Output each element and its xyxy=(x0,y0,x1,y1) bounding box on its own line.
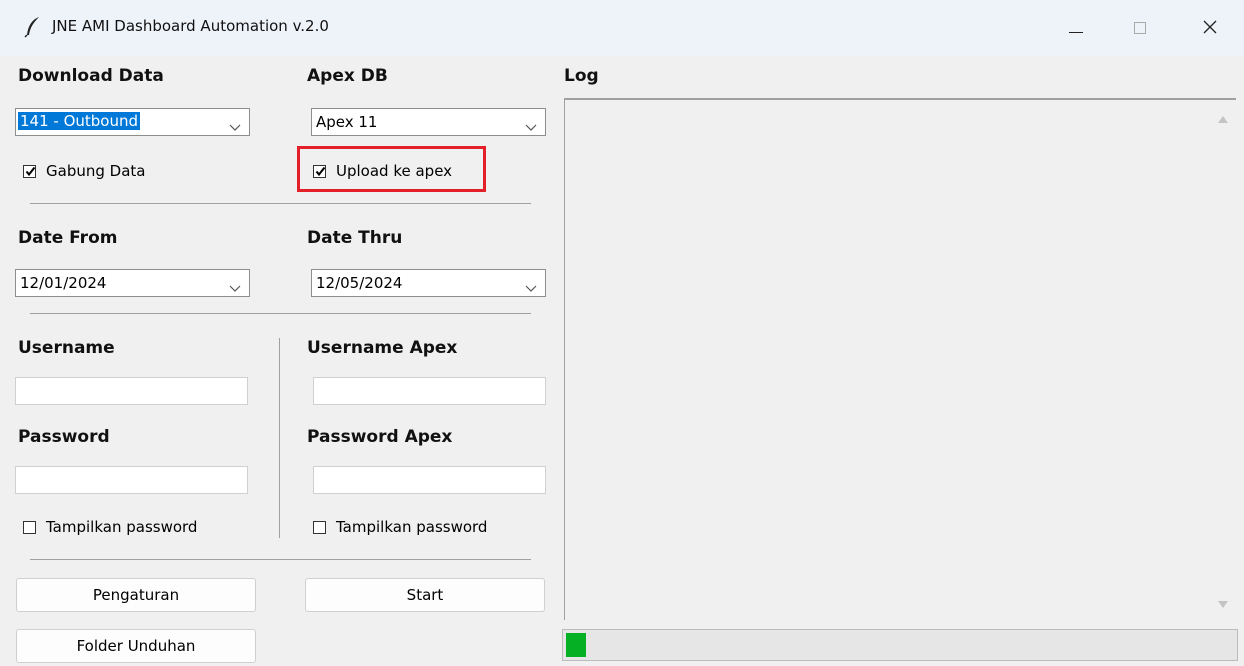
log-label: Log xyxy=(564,66,599,86)
progress-fill xyxy=(566,633,586,657)
apex-db-value: Apex 11 xyxy=(316,113,378,131)
download-data-label: Download Data xyxy=(18,66,164,86)
client-area: Download Data 141 - Outbound Gabung Data… xyxy=(0,56,1244,666)
download-data-select[interactable]: 141 - Outbound xyxy=(15,108,250,136)
minimize-button[interactable] xyxy=(1048,0,1104,56)
settings-button[interactable]: Pengaturan xyxy=(16,578,256,612)
chevron-down-icon xyxy=(229,118,241,136)
password-input[interactable] xyxy=(15,466,248,494)
start-button[interactable]: Start xyxy=(305,578,545,612)
chevron-down-icon xyxy=(525,118,537,136)
username-apex-label: Username Apex xyxy=(307,338,458,358)
show-password-apex-label: Tampilkan password xyxy=(336,518,488,536)
window-title: JNE AMI Dashboard Automation v.2.0 xyxy=(52,17,329,35)
date-from-label: Date From xyxy=(18,228,118,248)
checkmark-icon xyxy=(25,166,36,176)
minimize-icon xyxy=(1069,19,1083,38)
log-panel xyxy=(564,98,1236,620)
log-scrollbar[interactable] xyxy=(1210,100,1236,620)
divider xyxy=(30,313,531,314)
highlight-box xyxy=(297,146,486,192)
chevron-down-icon xyxy=(525,279,537,297)
divider xyxy=(30,203,531,204)
log-text-area[interactable] xyxy=(565,100,1208,620)
scroll-down-icon[interactable] xyxy=(1218,593,1228,612)
date-thru-picker[interactable]: 12/05/2024 xyxy=(311,269,546,297)
divider xyxy=(30,559,531,560)
title-bar[interactable]: JNE AMI Dashboard Automation v.2.0 xyxy=(0,0,1244,56)
maximize-icon xyxy=(1134,19,1146,38)
password-apex-label: Password Apex xyxy=(307,427,453,447)
gabung-data-label: Gabung Data xyxy=(46,162,146,180)
date-thru-label: Date Thru xyxy=(307,228,403,248)
progress-bar xyxy=(562,629,1238,661)
password-apex-input[interactable] xyxy=(313,466,546,494)
password-label: Password xyxy=(18,427,110,447)
username-apex-input[interactable] xyxy=(313,377,546,405)
apex-db-label: Apex DB xyxy=(307,66,388,86)
username-input[interactable] xyxy=(15,377,248,405)
date-thru-value: 12/05/2024 xyxy=(316,274,403,292)
checkbox-box xyxy=(313,520,326,534)
show-password-label: Tampilkan password xyxy=(46,518,198,536)
gabung-data-checkbox[interactable]: Gabung Data xyxy=(23,162,145,180)
maximize-button[interactable] xyxy=(1112,0,1168,56)
checkbox-box xyxy=(23,164,36,178)
app-window: JNE AMI Dashboard Automation v.2.0 Downl… xyxy=(0,0,1244,666)
show-password-apex-checkbox[interactable]: Tampilkan password xyxy=(313,518,487,536)
close-button[interactable] xyxy=(1182,0,1238,56)
feather-icon xyxy=(24,16,42,38)
scroll-up-icon[interactable] xyxy=(1218,108,1228,127)
download-data-value: 141 - Outbound xyxy=(18,112,141,130)
download-folder-button[interactable]: Folder Unduhan xyxy=(16,629,256,663)
username-label: Username xyxy=(18,338,115,358)
close-icon xyxy=(1203,19,1217,38)
show-password-checkbox[interactable]: Tampilkan password xyxy=(23,518,197,536)
chevron-down-icon xyxy=(229,279,241,297)
apex-db-select[interactable]: Apex 11 xyxy=(311,108,546,136)
date-from-picker[interactable]: 12/01/2024 xyxy=(15,269,250,297)
date-from-value: 12/01/2024 xyxy=(20,274,107,292)
vertical-divider xyxy=(279,338,280,538)
checkbox-box xyxy=(23,520,36,534)
